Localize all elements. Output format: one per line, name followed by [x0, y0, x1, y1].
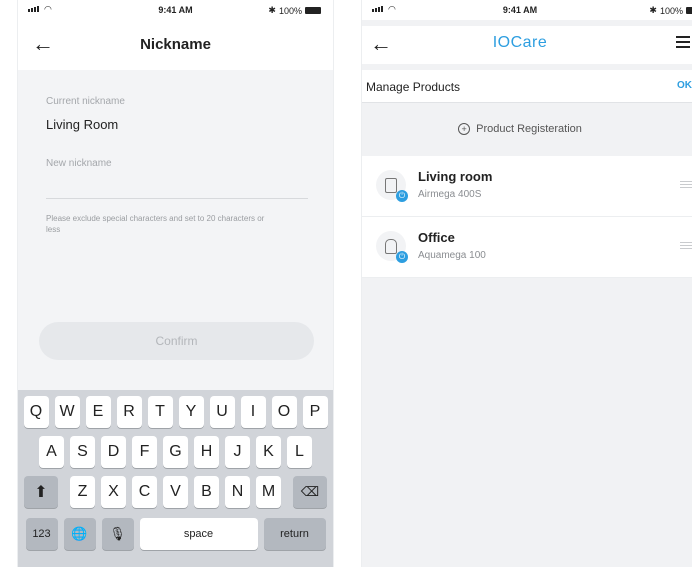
product-name: Living room	[418, 169, 493, 184]
menu-icon[interactable]	[676, 36, 690, 51]
product-list: ⏻ Living room Airmega 400S ⏻ Office Aqua…	[362, 156, 692, 278]
manage-header: Manage Products OK	[362, 70, 692, 103]
microphone-key-icon[interactable]: 🎙	[101, 518, 134, 550]
list-item[interactable]: ⏻ Living room Airmega 400S	[362, 156, 692, 217]
key-f[interactable]: F	[132, 436, 157, 468]
bluetooth-icon: ✱	[268, 5, 276, 15]
product-registration-label: Product Registeration	[476, 123, 582, 135]
key-x[interactable]: X	[101, 476, 126, 508]
product-model: Airmega 400S	[418, 189, 482, 200]
confirm-button[interactable]: Confirm	[39, 322, 314, 360]
ok-button[interactable]: OK	[677, 80, 692, 91]
key-z[interactable]: Z	[70, 476, 95, 508]
battery-percent: 100%	[659, 5, 683, 16]
key-c[interactable]: C	[132, 476, 157, 508]
key-p[interactable]: P	[302, 396, 328, 428]
keyboard: Q W E R T Y U I O P A S D F G H J K L ⬆ …	[18, 390, 333, 567]
key-s[interactable]: S	[70, 436, 95, 468]
section-title: Manage Products	[366, 80, 461, 94]
power-icon: ⏻	[396, 251, 408, 263]
product-model: Aquamega 100	[418, 250, 486, 261]
battery-indicator: ✱ 100%	[268, 5, 321, 16]
air-purifier-icon: ⏻	[376, 170, 408, 202]
status-time: 9:41 AM	[502, 5, 538, 15]
new-nickname-label: New nickname	[46, 158, 112, 169]
new-nickname-input[interactable]	[46, 180, 308, 199]
drag-handle-icon[interactable]	[680, 181, 692, 190]
keyboard-row-1: Q W E R T Y U I O P	[18, 396, 333, 428]
plus-circle-icon: +	[458, 123, 471, 135]
shift-key-icon[interactable]: ⬆	[24, 476, 58, 508]
nav-bar: ← IOCare	[362, 26, 692, 64]
key-q[interactable]: Q	[23, 396, 49, 428]
key-h[interactable]: H	[194, 436, 219, 468]
key-t[interactable]: T	[147, 396, 173, 428]
current-nickname-value: Living Room	[46, 117, 119, 132]
key-y[interactable]: Y	[178, 396, 204, 428]
key-r[interactable]: R	[116, 396, 142, 428]
key-l[interactable]: L	[287, 436, 312, 468]
backspace-key-icon[interactable]: ⌫	[293, 476, 327, 508]
bluetooth-icon: ✱	[649, 5, 657, 15]
nav-bar: ← Nickname	[18, 26, 333, 64]
keyboard-row-2: A S D F G H J K L	[18, 436, 333, 468]
numbers-key[interactable]: 123	[25, 518, 58, 550]
keyboard-row-3: ⬆ Z X C V B N M ⌫	[18, 476, 333, 508]
key-u[interactable]: U	[209, 396, 235, 428]
status-bar: ◠ 9:41 AM ✱ 100%	[362, 0, 692, 20]
key-v[interactable]: V	[163, 476, 188, 508]
key-k[interactable]: K	[256, 436, 281, 468]
page-title: Nickname	[140, 36, 211, 53]
key-b[interactable]: B	[194, 476, 219, 508]
status-bar: ◠ 9:41 AM ✱ 100%	[18, 0, 333, 20]
key-w[interactable]: W	[54, 396, 80, 428]
current-nickname-label: Current nickname	[46, 96, 125, 107]
battery-icon	[686, 7, 692, 14]
battery-icon	[305, 7, 321, 14]
product-name: Office	[418, 230, 455, 245]
return-key[interactable]: return	[263, 518, 326, 550]
space-key[interactable]: space	[139, 518, 258, 550]
key-g[interactable]: G	[163, 436, 188, 468]
keyboard-row-4: 123 🌐 🎙 space return	[18, 518, 333, 550]
key-d[interactable]: D	[101, 436, 126, 468]
drag-handle-icon[interactable]	[680, 242, 692, 251]
battery-percent: 100%	[278, 5, 302, 16]
globe-key-icon[interactable]: 🌐	[63, 518, 96, 550]
nickname-screen: ◠ 9:41 AM ✱ 100% ← Nickname Current nick…	[17, 0, 334, 567]
key-n[interactable]: N	[225, 476, 250, 508]
nickname-form: Current nickname Living Room New nicknam…	[18, 70, 333, 395]
water-purifier-icon: ⏻	[376, 231, 408, 263]
key-a[interactable]: A	[39, 436, 64, 468]
manage-products-screen: ◠ 9:41 AM ✱ 100% ← IOCare Manage Product…	[361, 0, 692, 567]
key-o[interactable]: O	[271, 396, 297, 428]
product-registration-button[interactable]: + Product Registeration	[362, 104, 692, 154]
key-i[interactable]: I	[240, 396, 266, 428]
power-icon: ⏻	[396, 190, 408, 202]
battery-indicator: ✱ 100%	[649, 5, 692, 16]
list-item[interactable]: ⏻ Office Aquamega 100	[362, 217, 692, 278]
key-m[interactable]: M	[256, 476, 281, 508]
key-j[interactable]: J	[225, 436, 250, 468]
brand-logo: IOCare	[492, 34, 548, 51]
nickname-helper-text: Please exclude special characters and se…	[46, 214, 265, 234]
key-e[interactable]: E	[85, 396, 111, 428]
